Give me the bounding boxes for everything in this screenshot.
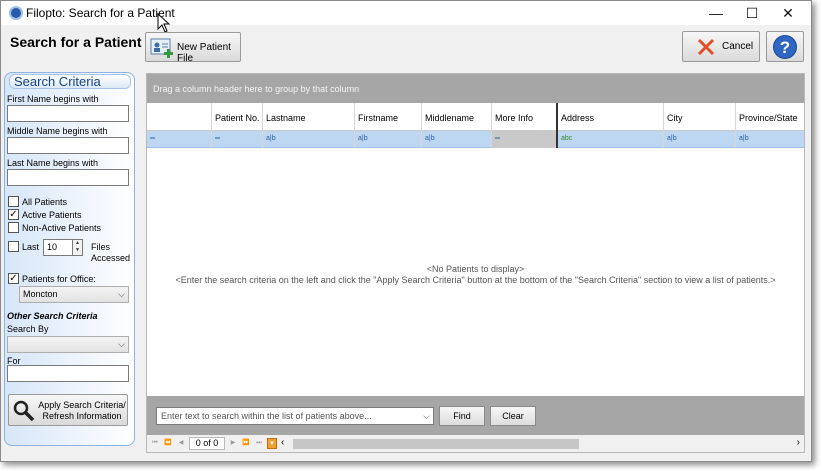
last-label: Last (22, 242, 40, 252)
chevron-down-icon: ⌵ (423, 411, 430, 421)
column-header-city[interactable]: City (663, 103, 735, 131)
cancel-button[interactable]: Cancel (682, 31, 760, 62)
column-header-address[interactable]: Address (556, 103, 663, 131)
first-name-input[interactable] (7, 105, 129, 122)
column-header-middlename[interactable]: Middlename (421, 103, 491, 131)
last-count-stepper[interactable]: 10 (43, 239, 73, 256)
search-hint-message: <Enter the search criteria on the left a… (175, 275, 776, 285)
filter-cell-lastname[interactable]: a|b (262, 131, 354, 148)
help-question-icon: ? (773, 35, 797, 59)
last-name-input[interactable] (7, 169, 129, 186)
group-by-area[interactable]: Drag a column header here to group by th… (147, 74, 804, 103)
next-record-icon[interactable]: ▶ (228, 438, 238, 449)
filter-cell-blank[interactable]: ═ (147, 131, 211, 148)
scroll-left-icon[interactable]: ‹ (281, 437, 284, 448)
all-patients-checkbox[interactable] (8, 196, 19, 207)
apply-search-criteria-button[interactable]: Apply Search Criteria/ Refresh Informati… (8, 394, 128, 426)
new-patient-card-icon (150, 38, 173, 58)
for-input[interactable] (7, 365, 129, 382)
maximize-button[interactable]: ☐ (732, 1, 772, 25)
search-criteria-panel: Search Criteria First Name begins with M… (4, 72, 135, 446)
other-criteria-heading: Other Search Criteria (7, 311, 98, 321)
mouse-pointer-icon (157, 13, 171, 33)
filter-cell-more-info[interactable]: ═ (491, 131, 556, 148)
filter-cell-firstname[interactable]: a|b (354, 131, 421, 148)
search-criteria-title: Search Criteria (9, 74, 131, 89)
no-patients-message: <No Patients to display> (426, 264, 525, 274)
close-window-button[interactable]: ✕ (768, 1, 808, 25)
apply-search-criteria-label: Apply Search Criteria/ Refresh Informati… (38, 400, 126, 421)
column-header-blank[interactable] (147, 103, 211, 131)
office-checkbox[interactable]: ✓ (8, 273, 19, 284)
pager-position: 0 of 0 (189, 437, 225, 450)
previous-record-icon[interactable]: ◀ (176, 438, 186, 449)
all-patients-label: All Patients (22, 197, 68, 207)
group-by-hint: Drag a column header here to group by th… (153, 84, 360, 94)
first-name-label: First Name begins with (7, 94, 99, 104)
search-by-select[interactable]: ⌵ (7, 336, 129, 353)
column-header-patient-no[interactable]: Patient No. (211, 103, 262, 131)
middle-name-input[interactable] (7, 137, 129, 154)
clear-button[interactable]: Clear (490, 406, 536, 426)
last-page-icon[interactable]: ⏭ (254, 438, 264, 449)
first-page-icon[interactable]: ⏮ (150, 438, 160, 449)
window-title: Filopto: Search for a Patient (26, 6, 175, 20)
horizontal-scrollbar[interactable]: ‹ › (281, 437, 802, 450)
active-patients-checkbox[interactable]: ✓ (8, 209, 19, 220)
filopto-app-icon (9, 6, 23, 20)
grid-search-bar: Enter text to search within the list of … (147, 396, 804, 435)
column-headers: Patient No. Lastname Firstname Middlenam… (147, 103, 804, 131)
filter-funnel-icon[interactable]: ▼ (267, 438, 277, 449)
last-files-checkbox[interactable] (8, 241, 19, 252)
grid-search-input[interactable]: Enter text to search within the list of … (156, 407, 434, 425)
column-header-firstname[interactable]: Firstname (354, 103, 421, 131)
filter-cell-address[interactable]: abc (556, 131, 663, 148)
cancel-x-icon (697, 38, 715, 56)
grid-search-placeholder: Enter text to search within the list of … (161, 411, 372, 421)
filter-row: ═ ═ a|b a|b a|b ═ abc a|b a|b (147, 131, 804, 148)
page-title: Search for a Patient (10, 34, 142, 50)
chevron-down-icon: ⌵ (118, 339, 125, 349)
grid-navigator: ⏮ ⏪ ◀ 0 of 0 ▶ ⏩ ⏭ ▼ ‹ › (147, 435, 804, 452)
active-patients-label: Active Patients (22, 210, 82, 220)
middle-name-label: Middle Name begins with (7, 126, 108, 136)
filter-cell-city[interactable]: a|b (663, 131, 735, 148)
non-active-patients-checkbox[interactable] (8, 222, 19, 233)
office-select[interactable]: Moncton ⌵ (19, 286, 129, 303)
search-by-label: Search By (7, 324, 49, 334)
column-header-lastname[interactable]: Lastname (262, 103, 354, 131)
last-name-label: Last Name begins with (7, 158, 99, 168)
chevron-down-icon: ⌵ (118, 289, 125, 299)
cancel-label: Cancel (722, 41, 754, 52)
column-header-more-info[interactable]: More Info (491, 103, 556, 131)
new-patient-file-label: New Patient File (177, 42, 231, 64)
office-label: Patients for Office: (22, 274, 96, 284)
new-patient-file-button[interactable]: New Patient File (145, 32, 241, 64)
title-bar[interactable]: Filopto: Search for a Patient — ☐ ✕ (1, 1, 811, 25)
files-accessed-label: Files Accessed (91, 242, 131, 263)
scrollbar-thumb[interactable] (293, 439, 579, 449)
find-button[interactable]: Find (439, 406, 485, 426)
non-active-patients-label: Non-Active Patients (22, 223, 102, 233)
search-patient-window: Filopto: Search for a Patient — ☐ ✕ Sear… (0, 0, 812, 462)
magnifier-icon (13, 400, 35, 422)
patient-grid: Drag a column header here to group by th… (146, 73, 805, 453)
help-button[interactable]: ? (766, 31, 804, 62)
stepper-arrows[interactable]: ▲ ▼ (72, 239, 83, 256)
filter-cell-patient-no[interactable]: ═ (211, 131, 262, 148)
column-header-province-state[interactable]: Province/State (735, 103, 804, 131)
filter-cell-province-state[interactable]: a|b (735, 131, 804, 148)
office-select-value: Moncton (23, 289, 58, 299)
scroll-right-icon[interactable]: › (797, 437, 800, 448)
previous-page-icon[interactable]: ⏪ (163, 438, 173, 449)
minimize-button[interactable]: — (696, 1, 736, 25)
filter-cell-middlename[interactable]: a|b (421, 131, 491, 148)
next-page-icon[interactable]: ⏩ (241, 438, 251, 449)
